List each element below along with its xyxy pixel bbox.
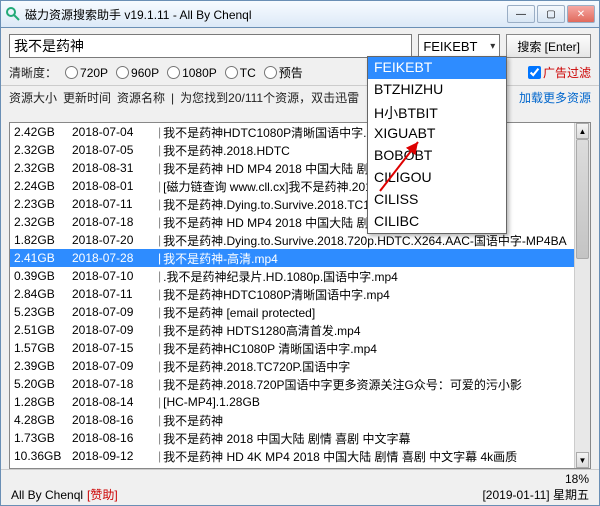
app-icon xyxy=(5,6,21,22)
search-button[interactable]: 搜索 [Enter] xyxy=(506,34,591,58)
dropdown-option[interactable]: CILIBC xyxy=(368,211,506,233)
status-weekday: 星期五 xyxy=(553,486,589,503)
scroll-up-button[interactable]: ▲ xyxy=(576,123,589,139)
table-row[interactable]: 2.28GB2018-07-18|我不是药神TC1080P.mp4 xyxy=(10,465,574,468)
ad-filter-checkbox[interactable]: 广告过滤 xyxy=(528,64,591,81)
col-name: 资源名称 xyxy=(117,89,165,106)
status-date: [2019-01-11] xyxy=(482,488,549,502)
filter-row: 清晰度： 720P 960P 1080P TC 预告 广告过滤 xyxy=(1,62,599,86)
close-button[interactable]: ✕ xyxy=(567,5,595,23)
dropdown-option[interactable]: BOBOBT xyxy=(368,145,506,167)
dropdown-option[interactable]: CILIGOU xyxy=(368,167,506,189)
engine-selected-label: FEIKEBT xyxy=(423,39,477,54)
table-row[interactable]: 1.57GB2018-07-15|我不是药神HC1080P 清晰国语中字.mp4 xyxy=(10,339,574,357)
status-author: All By Chenql xyxy=(11,488,83,502)
status-percent: 18% xyxy=(565,472,589,486)
window-title: 磁力资源搜索助手 v19.1.11 - All By Chenql xyxy=(25,6,507,23)
table-row[interactable]: 5.23GB2018-07-09|我不是药神 [email protected] xyxy=(10,303,574,321)
sponsor-link[interactable]: [赞助] xyxy=(87,486,118,503)
radio-960p[interactable]: 960P xyxy=(116,66,159,80)
scroll-down-button[interactable]: ▼ xyxy=(576,452,589,468)
search-input[interactable] xyxy=(9,34,412,58)
titlebar: 磁力资源搜索助手 v19.1.11 - All By Chenql — ▢ ✕ xyxy=(0,0,600,28)
dropdown-option[interactable]: H小BTBIT xyxy=(368,101,506,123)
load-more-link[interactable]: 加载更多资源 xyxy=(519,89,591,106)
content-area: FEIKEBT 搜索 [Enter] 清晰度： 720P 960P 1080P … xyxy=(0,28,600,506)
table-row[interactable]: 2.39GB2018-07-09|我不是药神.2018.TC720P.国语中字 xyxy=(10,357,574,375)
table-row[interactable]: 2.51GB2018-07-09|我不是药神 HDTS1280高清首发.mp4 xyxy=(10,321,574,339)
table-row[interactable]: 2.84GB2018-07-11|我不是药神HDTC1080P清晰国语中字.mp… xyxy=(10,285,574,303)
engine-combo[interactable]: FEIKEBT xyxy=(418,34,500,58)
radio-preview[interactable]: 预告 xyxy=(264,64,303,81)
clarity-label: 清晰度： xyxy=(9,64,57,81)
dropdown-option[interactable]: FEIKEBT xyxy=(368,57,506,79)
scroll-thumb[interactable] xyxy=(576,139,589,259)
table-row[interactable]: 1.28GB2018-08-14|[HC-MP4].1.28GB xyxy=(10,393,574,411)
dropdown-option[interactable]: BTZHIZHU xyxy=(368,79,506,101)
scrollbar[interactable]: ▲ ▼ xyxy=(574,123,590,468)
summary-label: 为您找到20/111个资源，双击迅雷 xyxy=(180,89,359,106)
table-row[interactable]: 0.39GB2018-07-10|.我不是药神纪录片.HD.1080p.国语中字… xyxy=(10,267,574,285)
list-header: 资源大小 更新时间 资源名称 | 为您找到20/111个资源，双击迅雷 加载更多… xyxy=(1,86,599,109)
dropdown-option[interactable]: CILISS xyxy=(368,189,506,211)
minimize-button[interactable]: — xyxy=(507,5,535,23)
table-row[interactable]: 4.28GB2018-08-16|我不是药神 xyxy=(10,411,574,429)
engine-dropdown[interactable]: FEIKEBTBTZHIZHUH小BTBITXIGUABTBOBOBTCILIG… xyxy=(367,56,507,234)
table-row[interactable]: 2.41GB2018-07-28|我不是药神-高清.mp4 xyxy=(10,249,574,267)
col-time: 更新时间 xyxy=(63,89,111,106)
maximize-button[interactable]: ▢ xyxy=(537,5,565,23)
window-buttons: — ▢ ✕ xyxy=(507,5,595,23)
radio-1080p[interactable]: 1080P xyxy=(167,66,217,80)
radio-tc[interactable]: TC xyxy=(225,66,256,80)
statusbar: 18% All By Chenql [赞助] [2019-01-11] 星期五 xyxy=(1,469,599,505)
radio-720p[interactable]: 720P xyxy=(65,66,108,80)
table-row[interactable]: 5.20GB2018-07-18|我不是药神.2018.720P国语中字更多资源… xyxy=(10,375,574,393)
search-row: FEIKEBT 搜索 [Enter] xyxy=(1,28,599,62)
table-row[interactable]: 1.73GB2018-08-16|我不是药神 2018 中国大陆 剧情 喜剧 中… xyxy=(10,429,574,447)
dropdown-option[interactable]: XIGUABT xyxy=(368,123,506,145)
col-size: 资源大小 xyxy=(9,89,57,106)
table-row[interactable]: 10.36GB2018-09-12|我不是药神 HD 4K MP4 2018 中… xyxy=(10,447,574,465)
